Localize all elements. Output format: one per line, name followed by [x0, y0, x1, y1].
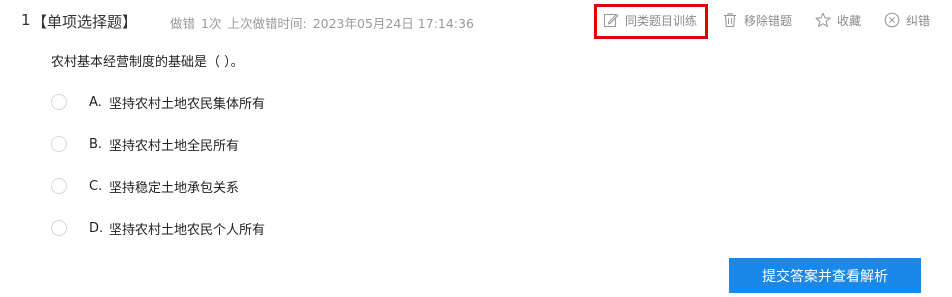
option-text: 坚持农村土地全民所有: [109, 138, 240, 154]
favorite-button[interactable]: 收藏: [815, 10, 861, 30]
last-wrong-time: 2023年05月24日 17:14:36: [312, 16, 474, 31]
remove-wrong-label: 移除错题: [744, 13, 793, 28]
radio-button[interactable]: [51, 94, 67, 110]
circle-x-icon: [884, 12, 900, 28]
option-text: 坚持农村土地农民个人所有: [109, 222, 266, 238]
star-icon: [815, 12, 831, 27]
option-d[interactable]: D. 坚持农村土地农民个人所有: [51, 218, 265, 238]
option-a[interactable]: A. 坚持农村土地农民集体所有: [51, 92, 265, 112]
option-letter: B.: [89, 136, 103, 152]
radio-button[interactable]: [51, 220, 67, 236]
question-number: 1: [21, 11, 31, 29]
wrong-count: 1次: [201, 16, 222, 31]
highlight-annotation-box: [594, 4, 708, 39]
wrong-label: 做错: [170, 16, 196, 31]
option-text: 坚持稳定土地承包关系: [109, 180, 240, 196]
option-letter: C.: [89, 178, 103, 194]
question-type: 【单项选择题】: [32, 13, 138, 31]
trash-icon: [724, 13, 736, 28]
radio-button[interactable]: [51, 178, 67, 194]
favorite-label: 收藏: [837, 13, 862, 28]
option-c[interactable]: C. 坚持稳定土地承包关系: [51, 176, 239, 196]
submit-answer-button[interactable]: 提交答案并查看解析: [729, 258, 921, 293]
option-letter: A.: [89, 94, 102, 110]
report-error-label: 纠错: [906, 13, 931, 28]
question-meta: 做错 1次 上次做错时间: 2023年05月24日 17:14:36: [170, 13, 480, 32]
remove-wrong-button[interactable]: 移除错题: [722, 10, 792, 30]
option-b[interactable]: B. 坚持农村土地全民所有: [51, 134, 239, 154]
option-text: 坚持农村土地农民集体所有: [109, 96, 266, 112]
radio-button[interactable]: [51, 136, 67, 152]
question-header: 1 【单项选择题】 做错 1次 上次做错时间: 2023年05月24日 17:14:3…: [0, 0, 952, 44]
question-stem: 农村基本经营制度的基础是（ ）。: [51, 55, 244, 70]
last-wrong-label: 上次做错时间:: [227, 16, 307, 31]
report-error-button[interactable]: 纠错: [884, 10, 930, 30]
option-letter: D.: [89, 220, 104, 236]
